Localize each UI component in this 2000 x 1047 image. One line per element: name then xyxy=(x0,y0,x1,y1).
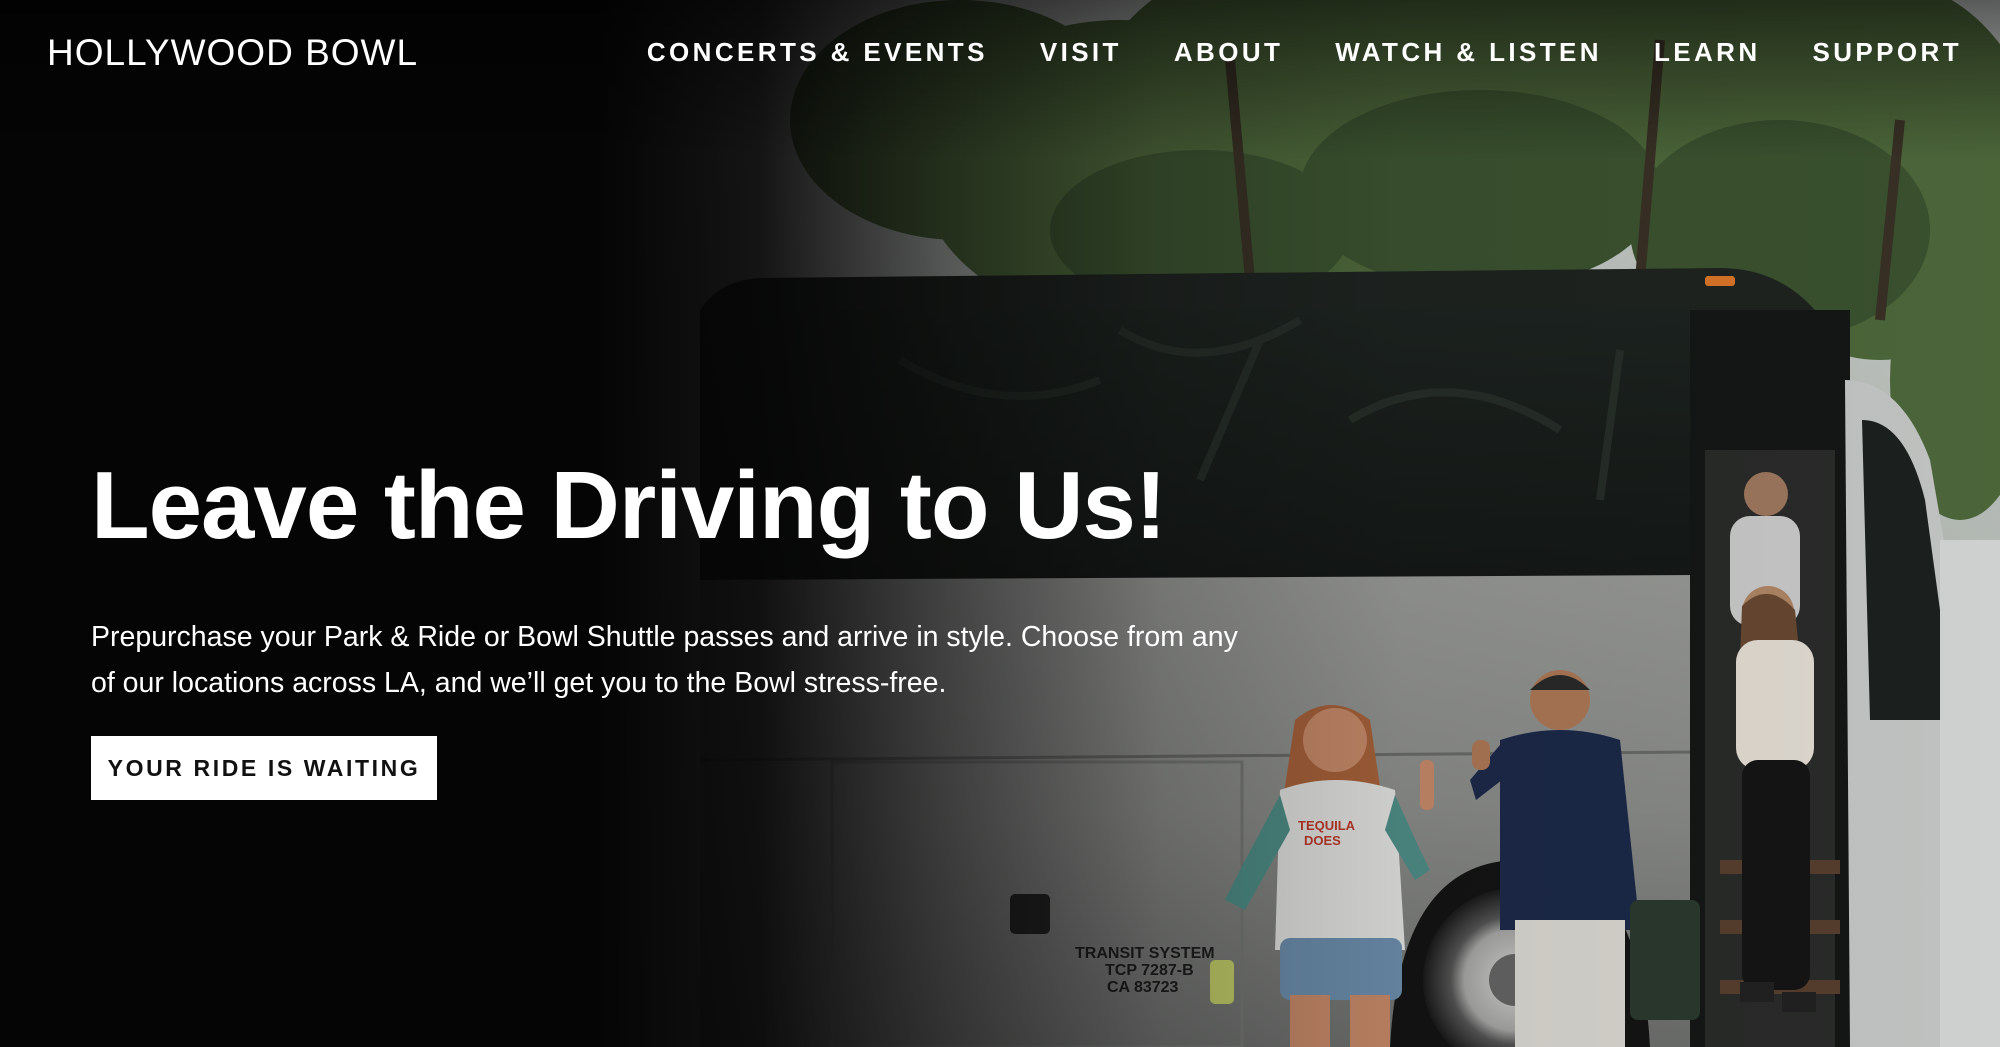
nav-concerts-events[interactable]: CONCERTS & EVENTS xyxy=(647,36,988,68)
page: 1508 TRANSIT SYSTEM TCP 7287-B CA 83723 xyxy=(0,0,2000,1047)
hero-title: Leave the Driving to Us! xyxy=(91,452,1167,559)
shirt-text-line-1: TEQUILA xyxy=(1298,818,1356,833)
bus-decal-line-2: TCP 7287-B xyxy=(1105,962,1194,979)
nav-watch-listen[interactable]: WATCH & LISTEN xyxy=(1335,36,1602,68)
nav-about[interactable]: ABOUT xyxy=(1174,36,1283,68)
site-header: HOLLYWOOD BOWL CONCERTS & EVENTS VISIT A… xyxy=(0,0,2000,104)
hero-description: Prepurchase your Park & Ride or Bowl Shu… xyxy=(91,621,1238,699)
nav-learn[interactable]: LEARN xyxy=(1654,36,1761,68)
nav-visit[interactable]: VISIT xyxy=(1040,36,1122,68)
bus-decal-line-1: TRANSIT SYSTEM xyxy=(1075,945,1215,962)
site-logo[interactable]: HOLLYWOOD BOWL xyxy=(47,31,418,75)
your-ride-is-waiting-button[interactable]: YOUR RIDE IS WAITING xyxy=(91,736,437,800)
bus-decal-line-3: CA 83723 xyxy=(1107,979,1179,996)
shirt-text-line-2: DOES xyxy=(1304,833,1341,848)
nav-support[interactable]: SUPPORT xyxy=(1813,36,1962,68)
main-nav: CONCERTS & EVENTS VISIT ABOUT WATCH & LI… xyxy=(595,36,1962,68)
